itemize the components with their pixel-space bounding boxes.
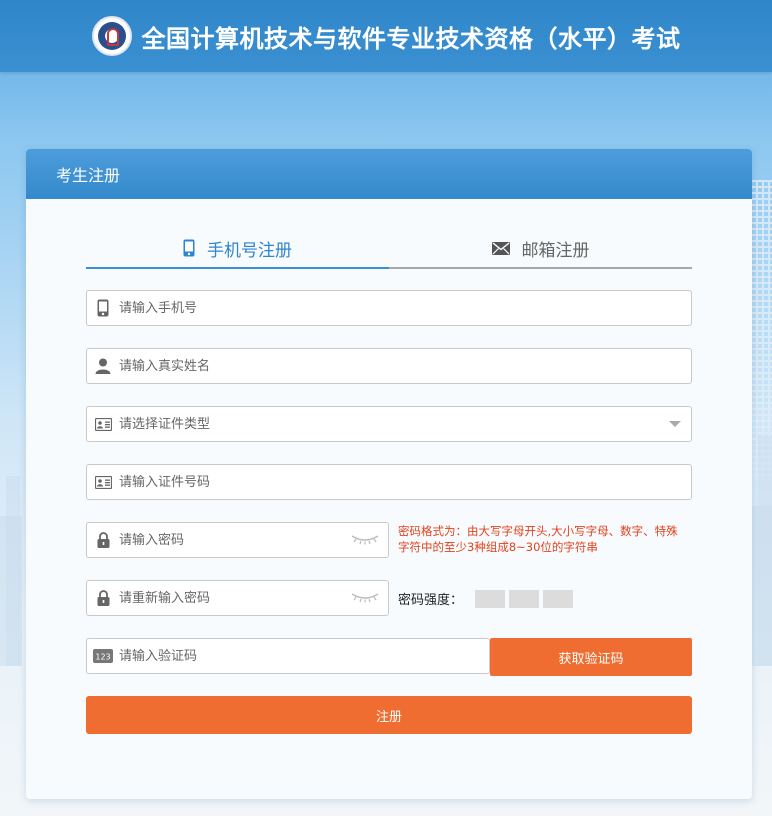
exam-authority-logo-icon bbox=[91, 16, 132, 56]
strength-bar-weak bbox=[475, 589, 506, 608]
verification-code-field: 123 bbox=[86, 638, 490, 674]
background-grid-decoration bbox=[750, 180, 772, 480]
registration-tabs: 手机号注册 邮箱注册 bbox=[86, 229, 692, 269]
site-header: 全国计算机技术与软件专业技术资格（水平）考试 bbox=[0, 0, 772, 72]
verification-code-input[interactable] bbox=[117, 641, 489, 671]
background-building bbox=[6, 476, 20, 666]
id-type-select[interactable] bbox=[86, 406, 692, 442]
get-verification-code-button[interactable]: 获取验证码 bbox=[490, 638, 692, 676]
registration-panel: 考生注册 手机号注册 邮箱注册 请输入手机号 请输入真实姓名 请选择证件类型 请… bbox=[26, 149, 752, 799]
lock-icon bbox=[89, 590, 117, 606]
eye-closed-icon[interactable] bbox=[350, 589, 380, 608]
strength-bar-medium bbox=[509, 589, 540, 608]
confirm-password-input[interactable] bbox=[117, 583, 350, 613]
id-number-field bbox=[86, 464, 692, 500]
id-card-icon bbox=[89, 417, 117, 431]
real-name-input[interactable] bbox=[117, 351, 691, 381]
user-icon bbox=[89, 358, 117, 374]
eye-closed-icon[interactable] bbox=[350, 531, 380, 550]
password-strength-label: 密码强度： bbox=[398, 593, 464, 608]
id-type-input[interactable] bbox=[117, 409, 669, 439]
real-name-field bbox=[86, 348, 692, 384]
strength-bar-strong bbox=[543, 589, 574, 608]
tab-email-registration[interactable]: 邮箱注册 bbox=[389, 229, 692, 269]
password-strength: 密码强度： bbox=[398, 589, 574, 608]
background-building bbox=[758, 436, 772, 666]
number-code-icon: 123 bbox=[89, 649, 117, 663]
envelope-icon bbox=[491, 241, 510, 255]
panel-header: 考生注册 bbox=[26, 149, 752, 199]
mobile-phone-icon bbox=[183, 239, 195, 257]
chevron-down-icon bbox=[669, 421, 681, 427]
tab-label: 手机号注册 bbox=[207, 240, 292, 261]
password-input[interactable] bbox=[117, 525, 350, 555]
phone-field bbox=[86, 290, 692, 326]
id-card-icon bbox=[89, 475, 117, 489]
id-number-input[interactable] bbox=[117, 467, 691, 497]
mobile-phone-icon bbox=[89, 299, 117, 317]
confirm-password-field bbox=[86, 580, 389, 616]
phone-input[interactable] bbox=[117, 293, 691, 323]
lock-icon bbox=[89, 532, 117, 548]
panel-title: 考生注册 bbox=[56, 166, 121, 185]
password-format-hint: 密码格式为：由大写字母开头,大小写字母、数字、特殊字符中的至少3种组成8~30位… bbox=[398, 524, 678, 554]
tab-label: 邮箱注册 bbox=[521, 240, 590, 261]
register-button[interactable]: 注册 bbox=[86, 696, 692, 734]
password-field bbox=[86, 522, 389, 558]
svg-text:123: 123 bbox=[95, 652, 110, 661]
tab-phone-registration[interactable]: 手机号注册 bbox=[86, 229, 389, 269]
site-title: 全国计算机技术与软件专业技术资格（水平）考试 bbox=[141, 24, 681, 53]
